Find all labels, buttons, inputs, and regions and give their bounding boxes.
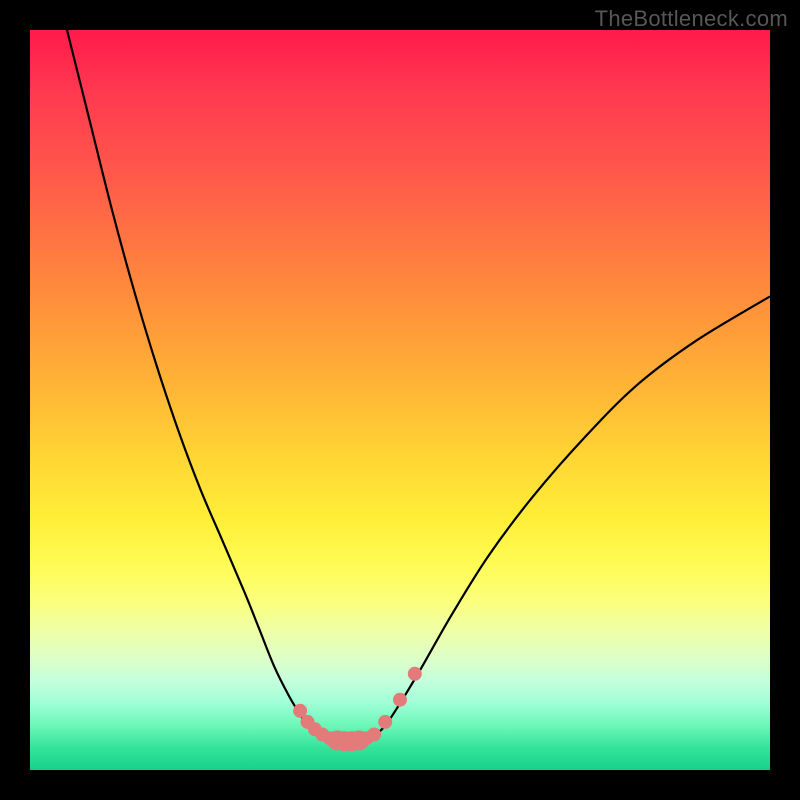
curve-marker bbox=[408, 667, 422, 681]
curve-marker bbox=[378, 715, 392, 729]
curve-marker bbox=[342, 731, 362, 751]
curve-marker bbox=[327, 730, 347, 750]
chart-frame: TheBottleneck.com bbox=[0, 0, 800, 800]
curve-marker bbox=[293, 704, 307, 718]
curve-marker bbox=[308, 722, 322, 736]
curve-marker bbox=[367, 728, 381, 742]
curve-path bbox=[67, 30, 770, 741]
curve-marker bbox=[323, 731, 337, 745]
curve-marker bbox=[393, 693, 407, 707]
curve-marker bbox=[349, 730, 369, 750]
bottleneck-curve bbox=[30, 30, 770, 770]
plot-area bbox=[30, 30, 770, 770]
curve-marker bbox=[360, 731, 374, 745]
watermark-text: TheBottleneck.com bbox=[595, 6, 788, 32]
curve-marker bbox=[335, 731, 355, 751]
curve-marker bbox=[315, 728, 329, 742]
curve-marker bbox=[301, 715, 315, 729]
